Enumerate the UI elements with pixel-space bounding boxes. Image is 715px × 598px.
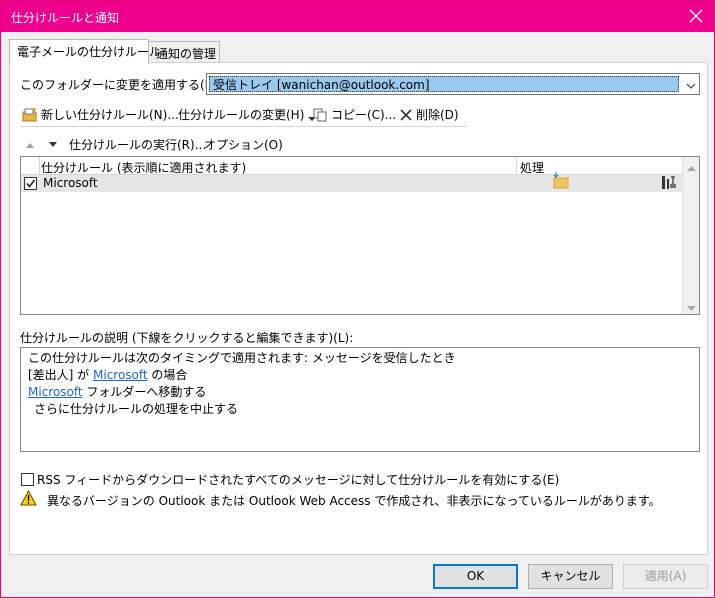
rule-enabled-checkbox[interactable] xyxy=(24,177,37,190)
rules-toolbar: 新しい仕分けルール(N)... 仕分けルールの変更(H) コピー(C)... 削… xyxy=(20,103,467,127)
rules-list-header: 仕分けルール (表示順に適用されます) 処理 xyxy=(21,157,683,175)
rules-and-alerts-dialog: 仕分けルールと通知 電子メールの仕分けルール 通知の管理 このフォルダーに変更を… xyxy=(0,0,715,598)
rules-list: 仕分けルール (表示順に適用されます) 処理 Microsoft xyxy=(20,156,700,315)
scroll-up-icon[interactable] xyxy=(687,161,696,175)
description-label: 仕分けルールの説明 (下線をクリックすると編集できます)(L): xyxy=(20,331,354,345)
folder-select[interactable]: 受信トレイ [wanichan@outlook.com] xyxy=(206,73,700,95)
delete-rule-label: 削除(D) xyxy=(416,108,459,122)
description-line-trigger: この仕分けルールは次のタイミングで適用されます: メッセージを受信したとき xyxy=(28,351,456,365)
chevron-down-icon[interactable] xyxy=(686,79,696,93)
move-up-icon[interactable] xyxy=(25,138,35,152)
run-rules-button[interactable]: 仕分けルールの実行(R)... xyxy=(69,136,206,153)
rule-description-box: この仕分けルールは次のタイミングで適用されます: メッセージを受信したとき [差… xyxy=(20,347,700,452)
change-rule-button[interactable]: 仕分けルールの変更(H) xyxy=(178,106,319,123)
copy-icon xyxy=(313,108,327,122)
folder-link[interactable]: Microsoft xyxy=(28,385,83,399)
options-button[interactable]: オプション(O) xyxy=(204,136,283,153)
tab-email-rules[interactable]: 電子メールの仕分けルール xyxy=(9,39,161,64)
folder-label: このフォルダーに変更を適用する(F): xyxy=(20,78,221,92)
warning-icon xyxy=(20,489,37,509)
hidden-rules-warning: 異なるバージョンの Outlook または Outlook Web Access… xyxy=(47,494,661,508)
new-rule-icon xyxy=(22,108,37,122)
move-to-folder-icon xyxy=(553,172,569,193)
action-suffix: フォルダーへ移動する xyxy=(82,385,207,399)
column-divider xyxy=(39,157,40,175)
stop-processing-icon xyxy=(661,175,677,194)
ok-button[interactable]: OK xyxy=(433,564,518,589)
close-icon[interactable] xyxy=(688,7,704,25)
delete-rule-button[interactable]: 削除(D) xyxy=(399,106,459,123)
move-down-icon[interactable] xyxy=(48,138,58,152)
copy-rule-button[interactable]: コピー(C)... xyxy=(313,106,396,123)
tab-email-rules-label: 電子メールの仕分けルール xyxy=(17,45,162,59)
column-header-rule[interactable]: 仕分けルール (表示順に適用されます) xyxy=(41,159,246,176)
scroll-down-icon[interactable] xyxy=(687,301,696,315)
description-line-condition: [差出人] が Microsoft の場合 xyxy=(28,367,699,384)
change-rule-label: 仕分けルールの変更(H) xyxy=(178,108,305,122)
sender-link[interactable]: Microsoft xyxy=(93,368,148,382)
rss-rules-checkbox[interactable] xyxy=(21,473,34,486)
title-bar: 仕分けルールと通知 xyxy=(1,1,714,32)
new-rule-button[interactable]: 新しい仕分けルール(N)... xyxy=(22,106,179,123)
tab-manage-alerts-label: 通知の管理 xyxy=(156,47,217,61)
apply-button[interactable]: 適用(A) xyxy=(623,564,708,589)
condition-suffix: の場合 xyxy=(147,368,188,382)
description-line-action: Microsoft フォルダーへ移動する xyxy=(28,384,699,401)
rss-rules-label: RSS フィードからダウンロードされたすべてのメッセージに対して仕分けルールを有… xyxy=(37,473,560,487)
copy-rule-label: コピー(C)... xyxy=(331,108,397,122)
delete-icon xyxy=(400,109,412,121)
email-rules-panel: このフォルダーに変更を適用する(F): 受信トレイ [wanichan@outl… xyxy=(9,62,708,555)
condition-prefix: [差出人] が xyxy=(28,368,93,382)
table-row[interactable]: Microsoft xyxy=(21,172,683,194)
folder-select-value: 受信トレイ [wanichan@outlook.com] xyxy=(209,76,679,92)
window-title: 仕分けルールと通知 xyxy=(11,11,120,25)
column-header-action[interactable]: 処理 xyxy=(520,159,544,176)
column-divider xyxy=(516,157,517,175)
new-rule-label: 新しい仕分けルール(N)... xyxy=(41,108,179,122)
rule-name: Microsoft xyxy=(43,176,98,190)
description-line-stop: さらに仕分けルールの処理を中止する xyxy=(34,402,239,416)
rules-list-scrollbar[interactable] xyxy=(682,157,699,314)
cancel-button[interactable]: キャンセル xyxy=(528,564,613,589)
